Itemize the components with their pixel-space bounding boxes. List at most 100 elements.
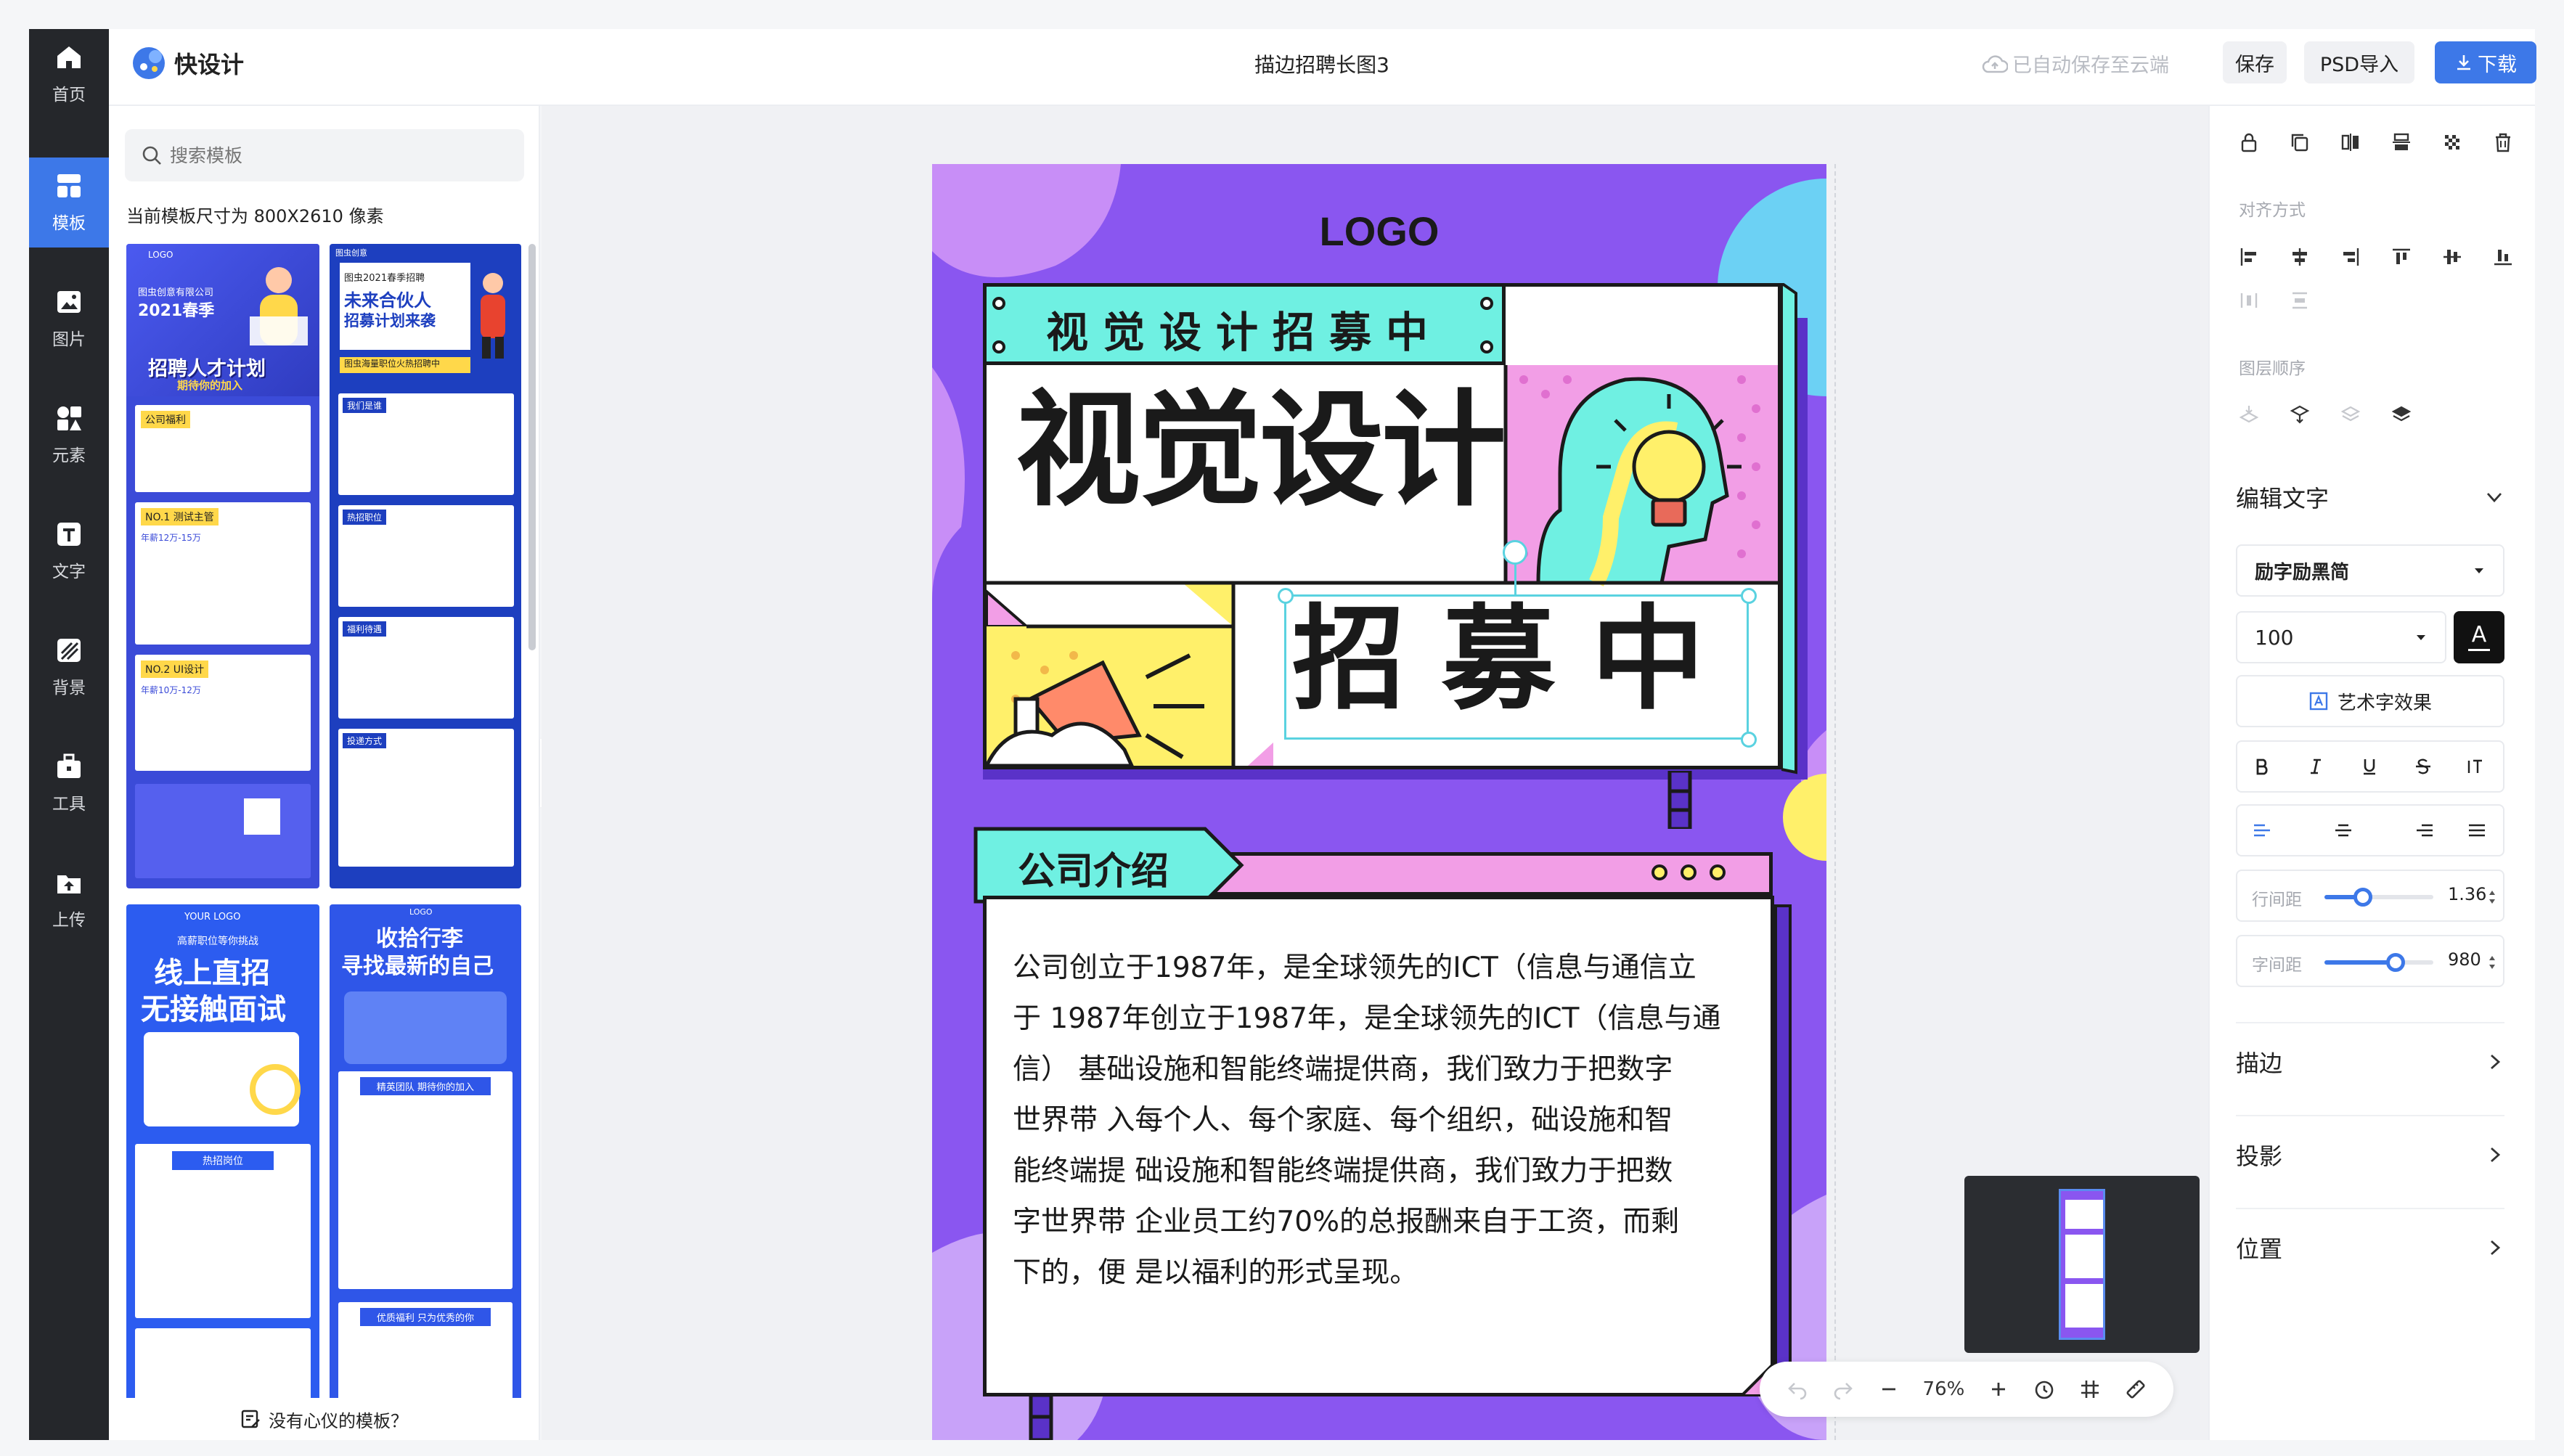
home-icon [57,46,81,68]
stepper-icon[interactable] [2487,887,2497,907]
delete-button[interactable] [2486,125,2520,160]
resize-handle-top-left[interactable] [1278,588,1294,604]
line-height-value[interactable]: 1.36 [2448,884,2486,904]
stepper-icon[interactable] [2487,952,2497,973]
letter-spacing-slider-track[interactable] [2324,953,2433,972]
template-thumbnail-3[interactable]: YOUR LOGO 高薪职位等你挑战 线上直招 无接触面试 热招岗位 [126,904,319,1411]
lock-button[interactable] [2232,125,2266,160]
flip-horizontal-button[interactable] [2333,125,2368,160]
nav-image[interactable]: 图片 [29,274,109,364]
stroke-section[interactable]: 描边 [2236,1039,2504,1084]
strikethrough-button[interactable] [2407,751,2439,782]
position-section[interactable]: 位置 [2236,1225,2504,1270]
minimap-viewport[interactable] [2059,1189,2105,1340]
text-align-left-button[interactable] [2246,814,2278,846]
save-button[interactable]: 保存 [2223,41,2287,83]
banner-strip[interactable]: 视觉设计招募中 [987,287,1506,365]
text-align-center-button[interactable] [2327,814,2359,846]
transparency-button[interactable] [2435,125,2470,160]
line-height-slider-knob[interactable] [2353,888,2372,907]
rotate-handle[interactable] [1503,540,1527,565]
template-thumbnail-4[interactable]: LOGO 收拾行李 寻找最新的自己 精英团队 期待你的加入 优质福利 只为优秀的… [330,904,521,1411]
nav-elements[interactable]: 元素 [29,390,109,480]
letter-spacing-value[interactable]: 980 [2448,949,2481,970]
intro-body[interactable]: 公司创立于1987年，是全球领先的ICT（信息与通信立 于 1987年创立于19… [1013,943,1746,1298]
text-align-group [2236,804,2504,856]
strikethrough-icon [2416,758,2430,774]
banner-text[interactable]: 视觉设计招募中 [987,298,1502,359]
flip-vertical-button[interactable] [2384,125,2419,160]
distribute-horizontal-icon [2240,293,2258,308]
resize-handle-bottom-right[interactable] [1741,732,1757,748]
underline-button[interactable] [2353,751,2385,782]
align-bottom-button[interactable] [2486,240,2520,274]
nav-template[interactable]: 模板 [29,158,109,248]
art-text-effect-button[interactable]: 艺术字效果 [2236,675,2504,727]
zoom-out-icon[interactable] [1877,1378,1900,1401]
undo-icon[interactable] [1786,1378,1809,1401]
italic-button[interactable] [2300,751,2332,782]
search-input[interactable] [170,144,511,166]
poster-logo[interactable]: LOGO [932,208,1826,255]
template-thumbnail-2[interactable]: 图虫创意 图虫2021春季招聘 未来合伙人 招募计划来袭 图虫海量职位火热招聘中… [330,244,521,888]
align-center-h-button[interactable] [2282,240,2317,274]
align-right-button[interactable] [2333,240,2368,274]
title-recruiting[interactable]: 招募中 [1286,600,1747,720]
text-selection-box[interactable]: 招募中 [1278,540,1757,748]
design-canvas[interactable]: LOGO 视觉设计招募中 视觉设计 招募中 公司介绍 公司创立于1987年，是全… [542,106,2208,1440]
text-align-right-button[interactable] [2409,814,2441,846]
nav-background[interactable]: 背景 [29,622,109,712]
letter-spacing-slider-knob[interactable] [2385,953,2405,972]
align-left-button[interactable] [2232,240,2266,274]
no-template-link[interactable]: 没有心仪的模板？ [109,1398,539,1440]
align-top-button[interactable] [2384,240,2419,274]
layer-up-button[interactable] [2282,396,2317,431]
shadow-section[interactable]: 投影 [2236,1132,2504,1177]
intro-text-box[interactable]: 公司创立于1987年，是全球领先的ICT（信息与通信立 于 1987年创立于19… [983,896,1774,1396]
nav-upload-label: 上传 [52,911,86,930]
text-justify-button[interactable] [2461,814,2493,846]
font-family-select[interactable]: 励字励黑简 [2236,544,2504,597]
font-size-value: 100 [2255,625,2294,650]
nav-text[interactable]: 文字 [29,506,109,596]
nav-home[interactable]: 首页 [29,29,109,119]
copy-button[interactable] [2282,125,2317,160]
redo-icon[interactable] [1832,1378,1855,1401]
font-size-select[interactable]: 100 [2236,611,2446,663]
template-list-scrollbar[interactable] [528,244,536,650]
app-brand[interactable]: 快设计 [131,45,244,81]
t2-bar: 图虫海量职位火热招聘中 [340,357,470,373]
search-box[interactable] [125,129,524,181]
t1-card-4 [135,784,311,878]
nav-upload[interactable]: 上传 [29,854,109,944]
nav-tools[interactable]: 工具 [29,738,109,828]
vertical-text-button[interactable] [2459,751,2491,782]
text-color-button[interactable]: A [2454,611,2504,663]
ruler-icon[interactable] [2124,1378,2147,1401]
layer-down-button[interactable] [2333,396,2368,431]
letter-spacing-control: 字间距 980 [2236,935,2504,987]
psd-import-button[interactable]: PSD导入 [2304,41,2414,83]
layer-top-button[interactable] [2384,396,2419,431]
distribute-v-button[interactable] [2282,283,2317,318]
section-title-company-intro[interactable]: 公司介绍 [1018,841,1169,895]
hero-frame[interactable]: 视觉设计招募中 视觉设计 招募中 [983,283,1781,769]
chevron-down-icon [2486,493,2502,503]
line-height-slider-track[interactable] [2324,888,2433,907]
template-thumbnail-1[interactable]: LOGO 图虫创意有限公司 2021春季 招聘人才计划 期待你的加入 公司福利 … [126,244,319,888]
zoom-level[interactable]: 76% [1923,1378,1965,1400]
grid-icon[interactable] [2078,1378,2102,1401]
edit-text-section[interactable]: 编辑文字 [2236,475,2504,520]
history-icon[interactable] [2033,1378,2056,1401]
resize-handle-top-right[interactable] [1741,588,1757,604]
layer-bottom-button[interactable] [2232,396,2266,431]
zoom-in-icon[interactable] [1987,1378,2010,1401]
app-window: 首页 模板 图片 元素 文字 背景 工具 上传 快设计 描边招聘长图3 已自动保… [0,0,2564,1456]
poster-page[interactable]: LOGO 视觉设计招募中 视觉设计 招募中 公司介绍 公司创立于1987年，是全… [932,164,1826,1440]
bold-button[interactable] [2246,751,2278,782]
download-button[interactable]: 下载 [2435,41,2536,83]
align-middle-button[interactable] [2435,240,2470,274]
distribute-h-button[interactable] [2232,283,2266,318]
underline-icon [2364,759,2375,775]
minimap[interactable] [1964,1176,2200,1353]
